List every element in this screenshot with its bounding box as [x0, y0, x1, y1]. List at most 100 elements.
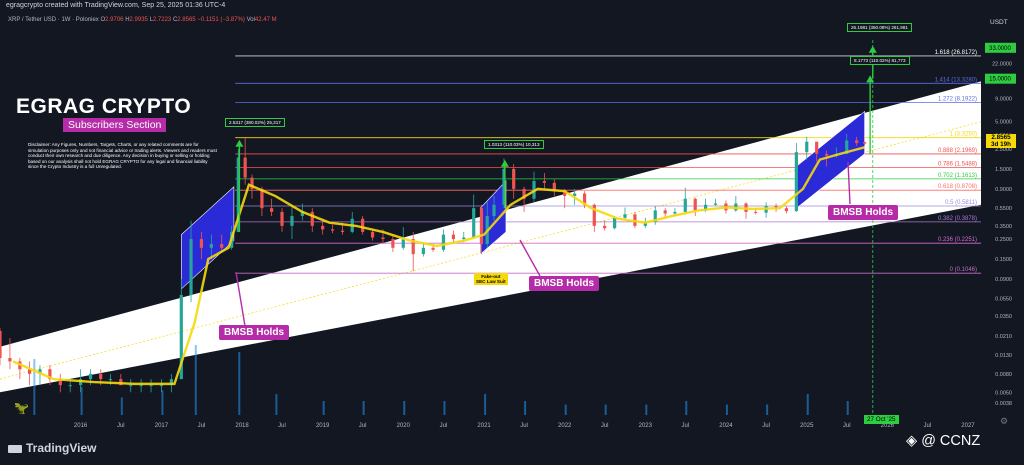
fib-label: 0.382 (0.3878)	[938, 216, 977, 222]
candle-body	[683, 198, 687, 212]
bmsb-box	[181, 186, 235, 290]
date-marker-tag: 27 Oct '25	[864, 415, 899, 424]
y-tick-label: 0.1500	[995, 257, 1012, 263]
y-tick-label: 0.0130	[995, 353, 1012, 359]
volume-bar	[322, 401, 325, 415]
candle-body	[199, 239, 204, 248]
candle-body	[270, 208, 274, 212]
candle-body	[290, 216, 294, 226]
candle-body	[421, 247, 425, 255]
candle-body	[149, 385, 153, 387]
watermark-handle: @ CCNZ	[921, 433, 981, 449]
x-tick-label: Jul	[440, 423, 448, 429]
volume-bar	[725, 404, 728, 415]
bar-countdown: 3d 19h	[991, 141, 1011, 148]
y-tick-label: 0.0550	[995, 296, 1012, 302]
candle-body	[391, 239, 395, 248]
disclaimer-text: Disclaimer: Any Figures, Numbers, Target…	[28, 142, 217, 170]
volume-bar	[645, 404, 648, 415]
x-tick-label: Jul	[681, 423, 689, 429]
candle-body	[693, 198, 697, 211]
dino-icon: 🦖	[14, 401, 29, 415]
fib-label: 1.414 (13.3280)	[935, 77, 977, 83]
candle-body	[441, 234, 446, 250]
candle-body	[479, 208, 484, 245]
fib-label: 1 (3.3250)	[950, 132, 977, 138]
x-tick-label: Jul	[278, 423, 286, 429]
fib-label: 0.786 (1.5488)	[938, 162, 977, 168]
candle-body	[825, 153, 829, 156]
x-tick-label: 2020	[397, 423, 411, 429]
candle-body	[603, 225, 607, 229]
candle-body	[401, 239, 405, 248]
tradingview-logo-text: TradingView	[26, 441, 97, 455]
volume-bar	[238, 352, 241, 415]
candle-body	[623, 214, 627, 218]
axis-target-label: 33.0000	[989, 46, 1011, 52]
last-price-tag: 2.8565 3d 19h	[986, 134, 1016, 148]
candle-body	[189, 239, 193, 295]
candle-body	[855, 140, 859, 144]
y-tick-label: 0.5500	[995, 206, 1012, 212]
y-tick-label: 0.3500	[995, 224, 1012, 230]
x-tick-label: 2019	[316, 423, 330, 429]
y-tick-label: 0.9000	[995, 187, 1012, 193]
fib-label: 0 (0.1046)	[950, 267, 977, 273]
x-tick-label: 2016	[74, 423, 88, 429]
candle-body	[0, 330, 2, 358]
x-tick-label: Jul	[117, 423, 125, 429]
x-tick-label: Jul	[923, 423, 931, 429]
x-tick-label: Jul	[843, 423, 851, 429]
candle-body	[542, 181, 546, 183]
candle-body	[462, 237, 466, 240]
settings-icon[interactable]: ⚙	[1000, 416, 1008, 427]
fakeout-line-2: SEC Law Suit	[476, 279, 506, 285]
volume-bar	[194, 345, 197, 415]
y-tick-label: 0.0210	[995, 334, 1012, 340]
bmsb-label-2021: BMSB Holds	[529, 276, 599, 291]
candle-body	[815, 141, 819, 154]
candle-body	[512, 168, 516, 189]
candle-body	[159, 385, 164, 387]
candle-body	[99, 373, 103, 380]
projection-arrowhead	[868, 45, 877, 53]
projection-arrowhead	[235, 139, 244, 147]
target-label-2021: 1.0313 (110.03%) 10,313	[484, 140, 544, 149]
candle-body	[340, 230, 345, 232]
fib-label: 1.272 (8.1922)	[938, 96, 977, 102]
volume-bar	[443, 401, 446, 415]
candle-body	[243, 157, 247, 178]
tradingview-logo[interactable]: TradingView	[8, 441, 96, 455]
subscribers-badge: Subscribers Section	[63, 118, 167, 132]
fib-label: 0.236 (0.2251)	[938, 237, 977, 243]
y-tick-label: 0.0900	[995, 277, 1012, 283]
volume-bar	[484, 394, 487, 415]
candle-body	[431, 247, 435, 250]
fakeout-label: Fake-out SEC Law Suit	[474, 273, 508, 286]
candle-body	[754, 211, 758, 213]
x-tick-label: 2025	[800, 423, 814, 429]
x-tick-label: Jul	[198, 423, 206, 429]
x-tick-label: Jul	[520, 423, 528, 429]
volume-bar	[161, 390, 164, 415]
y-tick-label: 22.0000	[992, 62, 1012, 68]
x-tick-label: Jul	[359, 423, 367, 429]
volume-bar	[604, 404, 607, 415]
watermark: ◈ @ CCNZ	[906, 433, 980, 449]
candle-body	[139, 385, 143, 387]
y-tick-label: 0.2500	[995, 237, 1012, 243]
volume-bar	[564, 404, 567, 415]
price-chart[interactable]: 1.618 (26.8172) 1.414 (13.3280) 1.272 (8.1…	[0, 0, 1024, 465]
candle-body	[209, 244, 213, 248]
x-tick-label: 2021	[477, 423, 491, 429]
candle-body	[472, 208, 476, 238]
candle-body	[370, 231, 375, 238]
candle-body	[321, 225, 325, 230]
target-label-top: 26.1981 (350.08%) 261,981	[847, 23, 912, 32]
volume-bar	[33, 359, 36, 415]
x-tick-label: 2027	[961, 423, 975, 429]
x-tick-label: 2022	[558, 423, 572, 429]
volume-bar	[685, 401, 688, 415]
fib-label: 1.618 (26.8172)	[935, 50, 977, 56]
candle-body	[713, 203, 718, 205]
